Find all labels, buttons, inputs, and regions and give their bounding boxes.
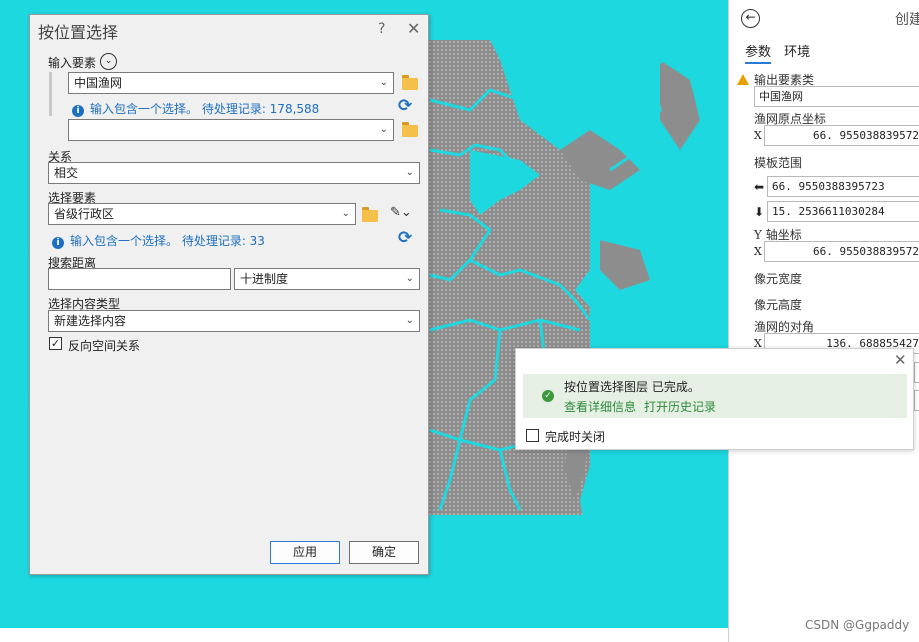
watermark: CSDN @Ggpaddy <box>805 618 910 632</box>
invert-label: 反向空间关系 <box>68 339 141 353</box>
apply-button[interactable]: 应用 <box>270 541 340 564</box>
success-band: ✓ 按位置选择图层 已完成。 查看详细信息 打开历史记录 <box>523 374 907 418</box>
y-axis-x-field[interactable]: 66. 955038839572 <box>764 241 919 262</box>
folder-icon[interactable] <box>402 122 418 137</box>
select-by-location-dialog: 按位置选择 ? ✕ 输入要素 ⌄ 中国渔网 ⌄ i 输入包含一个选择。 待处理记录… <box>29 14 429 575</box>
close-when-done-label: 完成时关闭 <box>545 430 606 444</box>
down-arrow-icon: ⬇ <box>754 205 765 219</box>
open-history-link[interactable]: 打开历史记录 <box>644 398 716 415</box>
pane-title: 创建 <box>895 12 919 28</box>
invert-checkbox[interactable]: ✓ <box>49 337 62 350</box>
map-footer <box>0 628 728 642</box>
tab-parameters[interactable]: 参数 <box>745 45 772 64</box>
origin-x-label: X <box>754 129 762 142</box>
close-when-done-checkbox[interactable] <box>526 429 539 442</box>
origin-x-field[interactable]: 66. 955038839572 <box>764 125 919 146</box>
warning-icon <box>737 74 749 85</box>
distance-unit-select[interactable]: 十进制度 ⌄ <box>234 268 420 290</box>
chevron-down-icon: ⌄ <box>405 315 414 326</box>
dialog-title: 按位置选择 <box>38 23 119 42</box>
selection-type-value: 新建选择内容 <box>54 314 127 328</box>
input-features-select-1[interactable]: 中国渔网 ⌄ <box>68 72 394 94</box>
selecting-info: i 输入包含一个选择。 待处理记录: 33 <box>52 232 265 249</box>
hidden-field-2[interactable] <box>914 390 919 411</box>
input-info-text: 输入包含一个选择。 待处理记录: 178,588 <box>90 102 320 116</box>
check-circle-icon: ✓ <box>542 390 554 402</box>
completion-notification: ✕ ✓ 按位置选择图层 已完成。 查看详细信息 打开历史记录 完成时关闭 <box>515 348 914 450</box>
chevron-down-icon: ⌄ <box>405 273 414 284</box>
distance-unit-value: 十进制度 <box>240 272 289 286</box>
tab-environments[interactable]: 环境 <box>784 45 810 60</box>
completion-message: 按位置选择图层 已完成。 <box>564 380 700 394</box>
selecting-features-select[interactable]: 省级行政区 ⌄ <box>48 203 356 225</box>
input-info: i 输入包含一个选择。 待处理记录: 178,588 <box>72 100 319 117</box>
hidden-field-1[interactable] <box>914 362 919 383</box>
pencil-icon[interactable]: ✎⌄ <box>390 205 412 220</box>
chevron-down-icon: ⌄ <box>405 167 414 178</box>
cell-width-label: 像元宽度 <box>754 272 803 286</box>
pane-tabs: 参数 环境 <box>745 41 819 64</box>
refresh-icon[interactable]: ⟳ <box>398 96 412 116</box>
input-features-value-1: 中国渔网 <box>74 76 123 90</box>
input-features-select-2[interactable]: ⌄ <box>68 119 394 141</box>
ok-button[interactable]: 确定 <box>349 541 419 564</box>
input-group-bar <box>49 72 52 116</box>
close-icon[interactable]: ✕ <box>894 351 907 369</box>
info-icon: i <box>52 237 64 249</box>
template-left-field[interactable]: 66. 9550388395723 <box>767 176 919 197</box>
cell-height-label: 像元高度 <box>754 298 803 312</box>
refresh-icon[interactable]: ⟳ <box>398 228 412 248</box>
back-arrow-icon[interactable]: ← <box>741 9 760 28</box>
selection-type-select[interactable]: 新建选择内容 ⌄ <box>48 310 420 332</box>
info-icon: i <box>72 105 84 117</box>
chevron-down-circle-icon[interactable]: ⌄ <box>100 53 117 70</box>
selecting-info-text: 输入包含一个选择。 待处理记录: 33 <box>70 234 265 248</box>
relationship-value: 相交 <box>54 166 79 180</box>
left-arrow-icon: ⬅ <box>754 180 765 194</box>
y-axis-x-label: X <box>754 245 762 258</box>
template-extent-label: 模板范围 <box>754 156 803 170</box>
template-bottom-field[interactable]: 15. 2536611030284 <box>767 201 919 222</box>
folder-icon[interactable] <box>402 75 418 90</box>
relationship-select[interactable]: 相交 ⌄ <box>48 162 420 184</box>
help-icon[interactable]: ? <box>378 21 385 37</box>
selecting-features-value: 省级行政区 <box>54 207 115 221</box>
folder-icon[interactable] <box>362 207 378 222</box>
output-feature-class-field[interactable]: 中国渔网 <box>754 86 919 107</box>
chevron-down-icon: ⌄ <box>379 77 388 88</box>
search-distance-input[interactable] <box>48 268 231 290</box>
chevron-down-icon: ⌄ <box>341 208 350 219</box>
geoprocessing-pane: ← 创建 参数 环境 输出要素类 中国渔网 渔网原点坐标 X 66. 95503… <box>728 0 919 642</box>
input-features-label: 输入要素 <box>48 56 97 70</box>
view-details-link[interactable]: 查看详细信息 <box>564 398 636 415</box>
close-icon[interactable]: ✕ <box>407 19 420 38</box>
chevron-down-icon: ⌄ <box>379 124 388 135</box>
